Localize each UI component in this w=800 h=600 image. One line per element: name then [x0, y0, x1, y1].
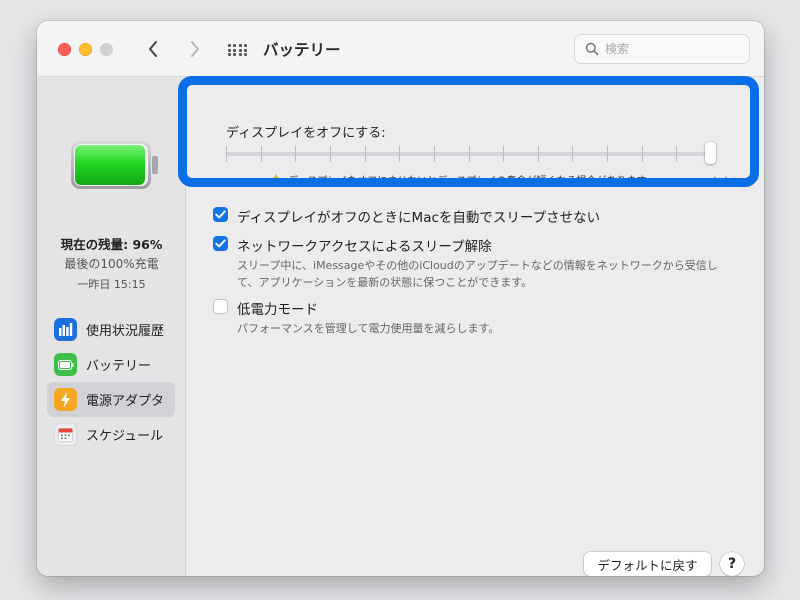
chevron-left-icon — [149, 41, 157, 57]
sidebar-item-label: 電源アダプタ — [86, 394, 165, 409]
window-title: バッテリー — [263, 41, 341, 59]
chevron-right-icon — [191, 41, 199, 57]
bar-chart-icon — [54, 318, 77, 341]
last-full-charge-time: 一昨日 15:15 — [77, 278, 146, 291]
restore-defaults-button[interactable]: デフォルトに戻す — [584, 552, 711, 576]
slider-tick — [572, 146, 573, 162]
close-window-button[interactable] — [58, 43, 71, 56]
option-prevent-sleep[interactable]: ディスプレイがオフのときにMacを自動でスリープさせない — [213, 206, 600, 226]
low-power-description: パフォーマンスを管理して電力使用量を減らします。 — [237, 320, 737, 337]
slider-tick — [676, 146, 677, 162]
lightning-icon — [54, 388, 77, 411]
display-sleep-section: ディスプレイをオフにする: ディスプレイをオフにさせないとディスプレイの寿命が短… — [200, 100, 764, 196]
wake-network-checkbox[interactable] — [213, 236, 228, 251]
description-line: スリープ中に、iMessageやその他のiCloudのアップデートなどの情報をネ… — [237, 259, 718, 272]
slider-knob[interactable] — [705, 142, 716, 164]
checkmark-icon — [215, 210, 226, 219]
slider-tick — [538, 146, 539, 162]
help-button[interactable]: ? — [720, 552, 744, 576]
display-warning: ディスプレイをオフにさせないとディスプレイの寿命が短くなる場合があります — [270, 172, 646, 187]
forward-button[interactable] — [183, 37, 207, 61]
wake-network-label: ネットワークアクセスによるスリープ解除 — [237, 239, 492, 255]
prevent-sleep-checkbox[interactable] — [213, 207, 228, 222]
sidebar-item-label: バッテリー — [86, 359, 152, 374]
warning-text: ディスプレイをオフにさせないとディスプレイの寿命が短くなる場合があります — [288, 176, 647, 187]
charge-status: 現在の残量: 96% — [60, 237, 163, 252]
sidebar-item-label: スケジュール — [86, 429, 164, 444]
slider-tick — [469, 146, 470, 162]
minimize-window-button[interactable] — [79, 43, 92, 56]
sidebar-item-battery[interactable]: バッテリー — [47, 347, 175, 382]
slider-tick — [503, 146, 504, 162]
slider-tick — [399, 146, 400, 162]
search-icon — [585, 42, 599, 56]
slider-tick — [226, 146, 227, 162]
description-line: パフォーマンスを管理して電力使用量を減らします。 — [237, 322, 500, 335]
never-label: しない — [712, 177, 742, 188]
slider-tick — [434, 146, 435, 162]
sidebar-item-label: 使用状況履歴 — [86, 324, 165, 339]
calendar-icon — [54, 423, 77, 446]
battery-icon — [54, 353, 77, 376]
zoom-window-button[interactable] — [100, 43, 113, 56]
display-off-label: ディスプレイをオフにする: — [226, 126, 386, 141]
description-line: て、アプリケーションを最新の状態に保つことができます。 — [237, 276, 533, 289]
sidebar: 現在の残量: 96% 最後の100%充電 一昨日 15:15 使用状況履歴 バッ… — [37, 78, 186, 576]
slider-tick — [365, 146, 366, 162]
search-input[interactable] — [605, 40, 740, 58]
option-wake-network[interactable]: ネットワークアクセスによるスリープ解除 — [213, 235, 492, 255]
preferences-window: バッテリー 検索 現在の残量: 96% 最後の100%充電 一昨日 15:15 … — [37, 21, 764, 576]
sidebar-list: 使用状況履歴 バッテリー 電源アダプタ スケジュール — [47, 312, 175, 452]
search-field[interactable] — [574, 34, 750, 64]
content-pane: ディスプレイをオフにする: ディスプレイをオフにさせないとディスプレイの寿命が短… — [187, 78, 764, 576]
option-low-power[interactable]: 低電力モード — [213, 298, 318, 318]
low-power-label: 低電力モード — [237, 302, 318, 318]
slider-tick — [642, 146, 643, 162]
slider-tick — [607, 146, 608, 162]
slider-tick — [330, 146, 331, 162]
checkmark-icon — [215, 239, 226, 248]
back-button[interactable] — [141, 37, 165, 61]
wake-network-description: スリープ中に、iMessageやその他のiCloudのアップデートなどの情報をネ… — [237, 257, 737, 291]
slider-tick — [295, 146, 296, 162]
slider-tick — [261, 146, 262, 162]
warning-icon — [270, 174, 282, 185]
low-power-checkbox[interactable] — [213, 299, 228, 314]
show-all-grid-button[interactable] — [227, 39, 249, 61]
sidebar-item-usage-history[interactable]: 使用状況履歴 — [47, 312, 175, 347]
battery-level-icon — [71, 141, 158, 189]
sidebar-item-power-adapter[interactable]: 電源アダプタ — [47, 382, 175, 417]
title-bar: バッテリー — [37, 21, 764, 77]
sidebar-item-schedule[interactable]: スケジュール — [47, 417, 175, 452]
prevent-sleep-label: ディスプレイがオフのときにMacを自動でスリープさせない — [237, 210, 601, 226]
last-full-charge-label: 最後の100%充電 — [64, 257, 159, 271]
